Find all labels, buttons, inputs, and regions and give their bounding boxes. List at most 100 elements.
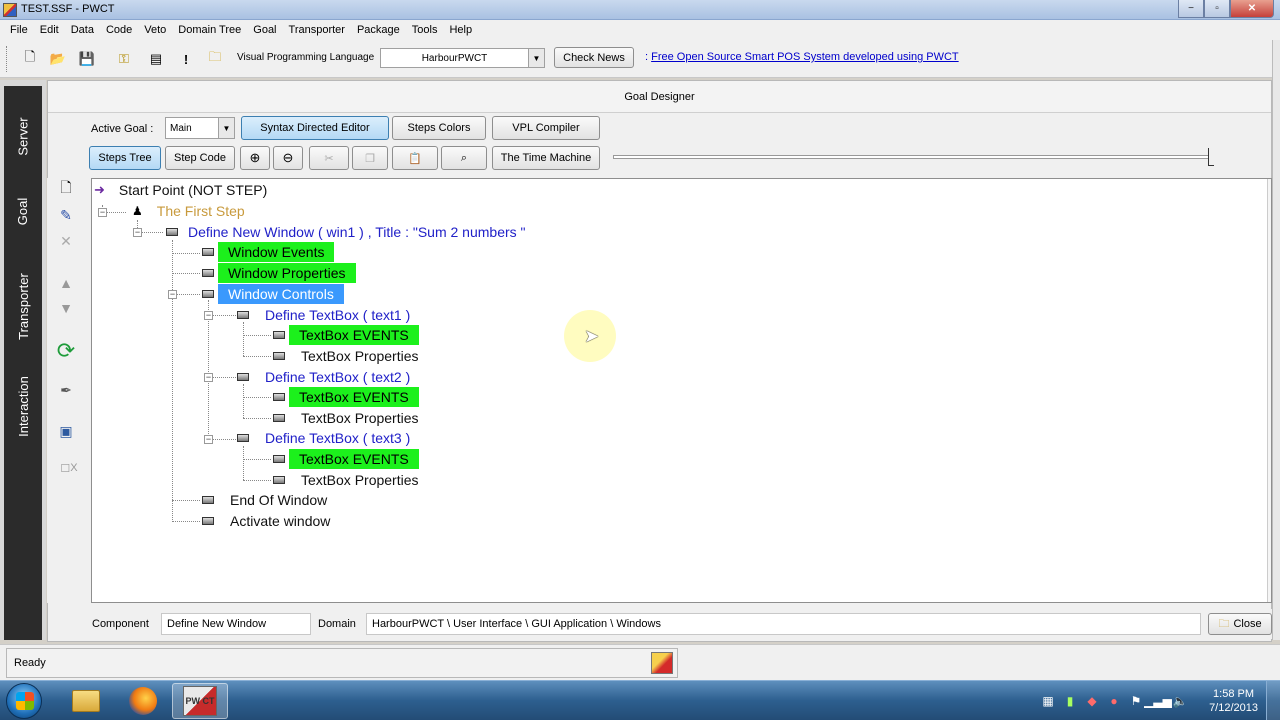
tree-node-define-window[interactable]: Define New Window ( win1 ) , Title : "Su… [166, 222, 526, 242]
tree-node-window-controls[interactable]: Window Controls [202, 284, 344, 304]
tree-node-textbox2[interactable]: Define TextBox ( text2 ) [237, 367, 410, 387]
slider-thumb[interactable] [1208, 148, 1214, 166]
move-down-icon[interactable]: ▼ [56, 298, 76, 318]
flag-icon[interactable]: ⚑ [1128, 693, 1144, 709]
collapse-window-controls[interactable]: − [168, 290, 177, 299]
tree-node-textbox3-events[interactable]: TextBox EVENTS [273, 449, 419, 469]
copy-icon[interactable]: ❐ [352, 146, 388, 170]
taskbar-pwct[interactable]: PW CT [172, 683, 228, 719]
collapse-textbox3[interactable]: − [204, 435, 213, 444]
tree-node-window-events[interactable]: Window Events [202, 242, 335, 262]
tree-node-first-step[interactable]: ♟ The First Step [132, 201, 245, 221]
vpl-compiler-button[interactable]: VPL Compiler [492, 116, 600, 140]
check-news-button[interactable]: Check News [554, 47, 634, 68]
properties-icon[interactable]: ▤ [147, 50, 165, 68]
toolbar-grip[interactable] [6, 46, 9, 72]
maximize-button[interactable]: ▫ [1204, 0, 1230, 18]
binoculars-icon[interactable]: ⌕ [441, 146, 487, 170]
window-form-icon[interactable]: ▣ [56, 421, 76, 441]
collapse-define-window[interactable]: − [133, 228, 142, 237]
syntax-directed-editor-button[interactable]: Syntax Directed Editor [241, 116, 389, 140]
news-link[interactable]: : Free Open Source Smart POS System deve… [645, 51, 959, 63]
taskbar-explorer[interactable] [58, 683, 114, 719]
collapse-textbox1[interactable]: − [204, 311, 213, 320]
menu-goal[interactable]: Goal [247, 24, 282, 36]
clock[interactable]: 1:58 PM 7/12/2013 [1209, 687, 1258, 715]
cut-icon[interactable]: ✂ [309, 146, 349, 170]
minimize-button[interactable]: − [1178, 0, 1204, 18]
menu-package[interactable]: Package [351, 24, 406, 36]
new-file-icon[interactable]: 🗋 [21, 49, 39, 68]
menu-help[interactable]: Help [443, 24, 478, 36]
tree-node-window-properties[interactable]: Window Properties [202, 263, 356, 283]
tab-transporter[interactable]: Transporter [4, 246, 42, 366]
network-app-icon[interactable]: ▦ [1040, 693, 1056, 709]
tab-goal[interactable]: Goal [4, 176, 42, 246]
start-button[interactable] [6, 683, 42, 719]
save-icon[interactable]: 💾 [78, 50, 96, 68]
tree-node-textbox2-events[interactable]: TextBox EVENTS [273, 387, 419, 407]
status-bar: Ready [0, 644, 1280, 680]
tree-node-end-window[interactable]: End Of Window [202, 490, 327, 510]
zoom-in-icon[interactable]: ⊕ [240, 146, 270, 170]
close-button[interactable]: 🗀 Close [1208, 613, 1272, 635]
window-scrollbar[interactable] [1272, 40, 1280, 640]
edit-step-icon[interactable]: ✎ [56, 205, 76, 225]
menu-file[interactable]: File [4, 24, 34, 36]
volume-icon[interactable]: 🔈 [1172, 693, 1188, 709]
menu-edit[interactable]: Edit [34, 24, 65, 36]
tree-node-textbox3-properties[interactable]: TextBox Properties [273, 470, 419, 490]
vpl-label: Visual Programming Language [237, 52, 375, 63]
tree-scrollbar[interactable] [1267, 179, 1271, 602]
quill-icon[interactable]: ✒ [56, 380, 76, 400]
move-up-icon[interactable]: ▲ [56, 273, 76, 293]
battery-icon[interactable]: ▮ [1062, 693, 1078, 709]
menu-veto[interactable]: Veto [138, 24, 172, 36]
show-desktop-button[interactable] [1266, 681, 1280, 720]
time-machine-slider[interactable] [613, 155, 1209, 159]
domain-field: HarbourPWCT \ User Interface \ GUI Appli… [366, 613, 1201, 635]
steps-colors-button[interactable]: Steps Colors [392, 116, 486, 140]
signal-icon[interactable]: ▁▃▅ [1144, 693, 1172, 709]
exclamation-icon[interactable]: ! [177, 50, 195, 68]
checkbox-x-icon[interactable]: ☐ X [56, 458, 82, 478]
steps-tree-button[interactable]: Steps Tree [89, 146, 161, 170]
close-window-button[interactable]: ✕ [1230, 0, 1274, 18]
pdf-icon[interactable]: ◆ [1084, 693, 1100, 709]
delete-step-icon[interactable]: ✕ [56, 231, 76, 251]
tree-node-textbox1-properties[interactable]: TextBox Properties [273, 346, 419, 366]
vpl-select[interactable]: HarbourPWCT ▼ [380, 48, 545, 68]
key-icon[interactable]: ⚿ [115, 50, 133, 68]
tree-node-textbox1-events[interactable]: TextBox EVENTS [273, 325, 419, 345]
tree-node-textbox3[interactable]: Define TextBox ( text3 ) [237, 428, 410, 448]
tree-node-activate-window[interactable]: Activate window [202, 511, 330, 531]
menu-data[interactable]: Data [65, 24, 100, 36]
active-goal-select[interactable]: Main ▼ [165, 117, 235, 139]
menu-transporter[interactable]: Transporter [283, 24, 351, 36]
time-machine-button[interactable]: The Time Machine [492, 146, 600, 170]
step-icon [273, 352, 285, 360]
new-step-icon[interactable]: 🗋 [56, 179, 76, 199]
chevron-down-icon[interactable]: ▼ [528, 49, 544, 67]
collapse-textbox2[interactable]: − [204, 373, 213, 382]
menu-code[interactable]: Code [100, 24, 138, 36]
open-folder-icon[interactable]: 📂 [49, 50, 67, 68]
folder-up-icon[interactable]: 🗀 [206, 49, 224, 68]
step-code-button[interactable]: Step Code [165, 146, 235, 170]
tree-node-textbox2-properties[interactable]: TextBox Properties [273, 408, 419, 428]
collapse-first-step[interactable]: − [98, 208, 107, 217]
taskbar-firefox[interactable] [115, 683, 171, 719]
active-goal-label: Active Goal : [91, 123, 154, 135]
chevron-down-icon[interactable]: ▼ [218, 118, 234, 138]
paste-icon[interactable]: 📋 [392, 146, 438, 170]
zoom-out-icon[interactable]: ⊖ [273, 146, 303, 170]
menu-domain-tree[interactable]: Domain Tree [172, 24, 247, 36]
menu-tools[interactable]: Tools [406, 24, 444, 36]
recorder-icon[interactable]: ● [1106, 693, 1122, 709]
tab-server[interactable]: Server [4, 96, 42, 176]
tree-node-textbox1[interactable]: Define TextBox ( text1 ) [237, 305, 410, 325]
tree-node-start[interactable]: ➜ Start Point (NOT STEP) [94, 180, 267, 200]
folder-icon [72, 690, 100, 712]
tab-interaction[interactable]: Interaction [4, 356, 42, 456]
refresh-icon[interactable]: ⟳ [56, 338, 76, 363]
